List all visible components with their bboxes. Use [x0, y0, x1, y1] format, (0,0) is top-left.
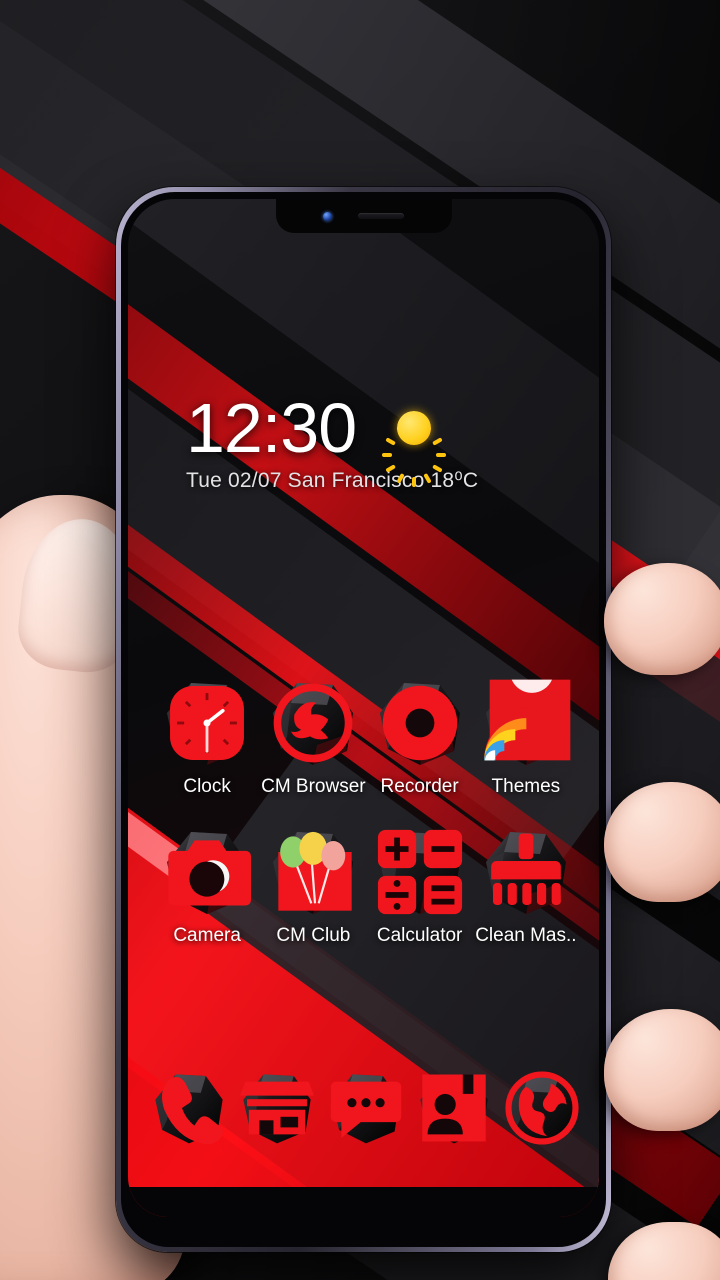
- phone-screen: 12:30 Tue 02/07 San Francisco 18⁰C Clock…: [128, 199, 599, 1217]
- record-ring-icon: [376, 679, 464, 767]
- storefront-icon: [240, 1071, 315, 1145]
- app-cm-club[interactable]: CM Club: [260, 828, 366, 947]
- finger-1: [604, 563, 720, 675]
- app-camera[interactable]: Camera: [154, 828, 260, 947]
- clock-icon: [163, 679, 251, 767]
- dock-app-contacts[interactable]: [417, 1071, 491, 1145]
- app-clock[interactable]: Clock: [154, 679, 260, 798]
- globe-icon: [505, 1071, 579, 1145]
- contact-card-icon: [417, 1071, 491, 1145]
- screen-chin: [128, 1187, 599, 1217]
- app-label: CM Browser: [261, 776, 366, 797]
- calculator-icon: [376, 828, 464, 916]
- dock-app-store[interactable]: [240, 1071, 315, 1145]
- app-label: Camera: [173, 925, 241, 946]
- app-themes[interactable]: Themes: [473, 679, 579, 798]
- weather-info: Tue 02/07 San Francisco 18⁰C: [186, 468, 479, 492]
- fox-browser-icon: [269, 679, 357, 767]
- app-label: Clock: [183, 776, 231, 797]
- front-camera-icon: [323, 211, 332, 221]
- app-calculator[interactable]: Calculator: [367, 828, 473, 947]
- camera-icon: [163, 828, 252, 916]
- phone-device: 12:30 Tue 02/07 San Francisco 18⁰C Clock…: [116, 187, 611, 1252]
- app-label: Calculator: [376, 925, 463, 946]
- dock-app-phone[interactable]: [152, 1071, 226, 1145]
- app-grid: Clock CM Browser Recorder Themes Camera …: [148, 679, 585, 977]
- balloons-icon: [269, 828, 357, 916]
- dock-app-browser[interactable]: [505, 1071, 579, 1145]
- phone-handset-icon: [152, 1071, 226, 1145]
- app-label: CM Club: [276, 925, 351, 946]
- notch: [275, 199, 452, 233]
- app-label: Themes: [491, 776, 561, 797]
- app-row-1: Clock CM Browser Recorder Themes: [148, 679, 585, 798]
- clock-time: 12:30: [186, 389, 357, 467]
- app-label: Clean Mas..: [475, 925, 577, 946]
- themes-rainbow-icon: [482, 679, 571, 767]
- dock-app-messages[interactable]: [329, 1071, 403, 1145]
- app-recorder[interactable]: Recorder: [367, 679, 473, 798]
- app-clean-master[interactable]: Clean Mas..: [473, 828, 579, 947]
- clock-weather-widget[interactable]: 12:30 Tue 02/07 San Francisco 18⁰C: [186, 389, 479, 493]
- sun-icon: [382, 396, 447, 488]
- app-cm-browser[interactable]: CM Browser: [260, 679, 366, 798]
- app-row-2: Camera CM Club Calculator Clean Mas..: [148, 828, 585, 947]
- app-label: Recorder: [380, 776, 459, 797]
- earpiece-speaker-icon: [358, 213, 404, 219]
- dock: [142, 1071, 589, 1145]
- chat-bubble-icon: [329, 1071, 403, 1145]
- broom-icon: [482, 828, 570, 916]
- finger-3: [604, 1009, 720, 1131]
